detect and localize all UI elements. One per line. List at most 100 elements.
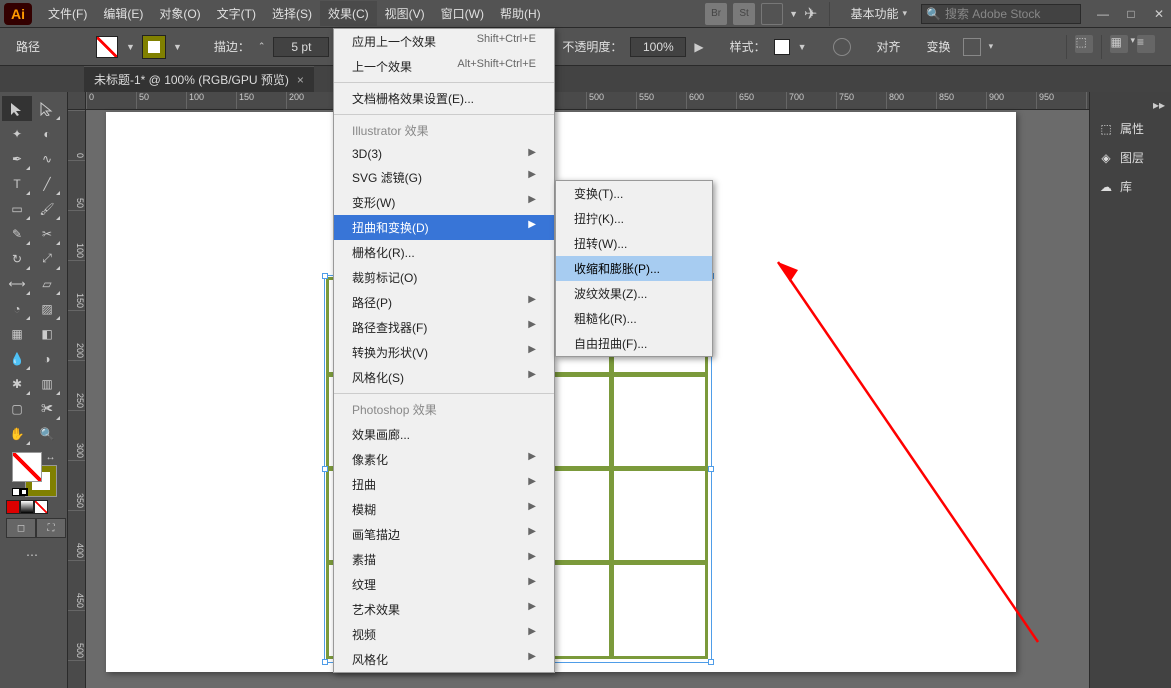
menu-crop-marks[interactable]: 裁剪标记(O) <box>334 265 554 290</box>
opacity-arrow-icon[interactable]: ▶ <box>694 40 703 54</box>
menu-effect-gallery[interactable]: 效果画廊... <box>334 422 554 447</box>
submenu-transform[interactable]: 变换(T)... <box>556 181 712 206</box>
pen-tool[interactable]: ✒ <box>2 146 32 171</box>
menu-svg-filters[interactable]: SVG 滤镜(G)▶ <box>334 165 554 190</box>
draw-normal-mode[interactable]: ◻ <box>6 518 36 538</box>
arrange-docs-icon[interactable] <box>761 3 783 25</box>
pencil-tool[interactable]: ✎ <box>2 221 32 246</box>
style-swatch[interactable] <box>774 39 790 55</box>
maximize-button[interactable]: □ <box>1123 7 1139 21</box>
width-tool[interactable]: ⟷ <box>2 271 32 296</box>
color-mode-solid[interactable] <box>6 500 20 514</box>
close-button[interactable]: ✕ <box>1151 7 1167 21</box>
libraries-panel-tab[interactable]: ☁ 库 <box>1090 172 1171 201</box>
menu-rasterize[interactable]: 栅格化(R)... <box>334 240 554 265</box>
chevron-down-icon[interactable]: ▼ <box>798 42 807 52</box>
ruler-vertical[interactable]: 0501001502002503003504004505005506006507… <box>68 110 86 688</box>
ruler-origin[interactable] <box>68 92 86 110</box>
direct-selection-tool[interactable] <box>32 96 62 121</box>
default-fill-stroke-icon[interactable] <box>12 488 28 496</box>
menu-select[interactable]: 选择(S) <box>264 1 320 26</box>
chevron-down-icon[interactable]: ▼ <box>126 42 135 52</box>
menu-convert-shape[interactable]: 转换为形状(V)▶ <box>334 340 554 365</box>
zoom-tool[interactable]: 🔍 <box>32 421 62 446</box>
perspective-tool[interactable]: ▨ <box>32 296 62 321</box>
eraser-tool[interactable]: ✂ <box>32 221 62 246</box>
menu-3d[interactable]: 3D(3)▶ <box>334 143 554 165</box>
bridge-icon[interactable]: Br <box>705 3 727 25</box>
stroke-weight-field[interactable]: 5 pt <box>273 37 329 57</box>
sync-icon[interactable]: ✈ <box>804 4 817 24</box>
chevron-down-icon[interactable]: ▾ <box>989 41 994 52</box>
menu-doc-raster-settings[interactable]: 文档栅格效果设置(E)... <box>334 86 554 111</box>
menu-artistic[interactable]: 艺术效果▶ <box>334 597 554 622</box>
rectangle-tool[interactable]: ▭ <box>2 196 32 221</box>
submenu-roughen[interactable]: 粗糙化(R)... <box>556 306 712 331</box>
workspace-switcher[interactable]: 基本功能▾ <box>842 3 915 24</box>
hand-tool[interactable]: ✋ <box>2 421 32 446</box>
eyedropper-tool[interactable]: 💧 <box>2 346 32 371</box>
collapse-dock-icon[interactable]: ▸▸ <box>1090 96 1171 114</box>
submenu-zigzag[interactable]: 波纹效果(Z)... <box>556 281 712 306</box>
menu-texture[interactable]: 纹理▶ <box>334 572 554 597</box>
align-pixel-icon[interactable]: ▦ <box>1110 35 1128 53</box>
menu-window[interactable]: 窗口(W) <box>433 1 492 26</box>
fill-color-indicator[interactable] <box>12 452 42 482</box>
color-mode-none[interactable] <box>34 500 48 514</box>
search-input[interactable]: 🔍 搜索 Adobe Stock <box>921 4 1081 24</box>
fill-swatch[interactable] <box>96 36 118 58</box>
minimize-button[interactable]: — <box>1095 7 1111 21</box>
submenu-pucker-bloat[interactable]: 收缩和膨胀(P)... <box>556 256 712 281</box>
menu-path[interactable]: 路径(P)▶ <box>334 290 554 315</box>
align-label[interactable]: 对齐 <box>877 38 901 55</box>
layers-panel-tab[interactable]: ◈ 图层 <box>1090 143 1171 172</box>
menu-warp[interactable]: 变形(W)▶ <box>334 190 554 215</box>
isolate-icon[interactable]: ⬚ <box>1075 35 1093 53</box>
properties-panel-tab[interactable]: ⬚ 属性 <box>1090 114 1171 143</box>
stroke-swatch[interactable] <box>143 36 165 58</box>
menu-file[interactable]: 文件(F) <box>40 1 95 26</box>
menu-distort-ps[interactable]: 扭曲▶ <box>334 472 554 497</box>
screen-mode[interactable]: ⛶ <box>36 518 66 538</box>
rotate-tool[interactable]: ↻ <box>2 246 32 271</box>
type-tool[interactable]: T <box>2 171 32 196</box>
menu-help[interactable]: 帮助(H) <box>492 1 549 26</box>
menu-last-effect[interactable]: 上一个效果Alt+Shift+Ctrl+E <box>334 54 554 79</box>
recolor-icon[interactable] <box>833 38 851 56</box>
stepper-down-icon[interactable]: ⌃ <box>258 41 266 52</box>
close-tab-icon[interactable]: × <box>297 73 304 87</box>
document-tab[interactable]: 未标题-1* @ 100% (RGB/GPU 预览) × <box>84 66 314 92</box>
menu-stylize-ps[interactable]: 风格化▶ <box>334 647 554 672</box>
menu-object[interactable]: 对象(O) <box>151 1 208 26</box>
submenu-twist[interactable]: 扭转(W)... <box>556 231 712 256</box>
transform-label[interactable]: 变换 <box>927 38 951 55</box>
menu-distort-transform[interactable]: 扭曲和变换(D)▶ <box>334 215 554 240</box>
scale-tool[interactable]: ⤢ <box>32 246 62 271</box>
menu-video[interactable]: 视频▶ <box>334 622 554 647</box>
ruler-horizontal[interactable]: 0501001502002503003504004505005506006507… <box>86 92 1089 110</box>
artboard-tool[interactable]: ▢ <box>2 396 32 421</box>
mesh-tool[interactable]: ▦ <box>2 321 32 346</box>
stock-icon[interactable]: St <box>733 3 755 25</box>
shape-builder-tool[interactable]: ◔ <box>2 296 32 321</box>
paintbrush-tool[interactable]: 🖌 <box>32 196 62 221</box>
transform-icon[interactable] <box>963 38 981 56</box>
gradient-tool[interactable]: ◧ <box>32 321 62 346</box>
selection-tool[interactable] <box>2 96 32 121</box>
free-transform-tool[interactable]: ▱ <box>32 271 62 296</box>
submenu-free-distort[interactable]: 自由扭曲(F)... <box>556 331 712 356</box>
panel-menu-icon[interactable]: ≡ <box>1137 35 1155 53</box>
submenu-tweak[interactable]: 扭拧(K)... <box>556 206 712 231</box>
menu-apply-last-effect[interactable]: 应用上一个效果Shift+Ctrl+E <box>334 29 554 54</box>
line-tool[interactable]: ╱ <box>32 171 62 196</box>
chevron-down-icon[interactable]: ▼ <box>173 42 182 52</box>
menu-brush-strokes[interactable]: 画笔描边▶ <box>334 522 554 547</box>
fill-stroke-indicator[interactable]: ↔ <box>12 452 56 496</box>
menu-effect[interactable]: 效果(C) <box>320 1 377 26</box>
lasso-tool[interactable]: ◐ <box>32 121 62 146</box>
menu-blur[interactable]: 模糊▶ <box>334 497 554 522</box>
menu-view[interactable]: 视图(V) <box>377 1 433 26</box>
chevron-down-icon[interactable]: ▾ <box>1130 35 1135 59</box>
magic-wand-tool[interactable]: ✦ <box>2 121 32 146</box>
column-graph-tool[interactable]: ▥ <box>32 371 62 396</box>
